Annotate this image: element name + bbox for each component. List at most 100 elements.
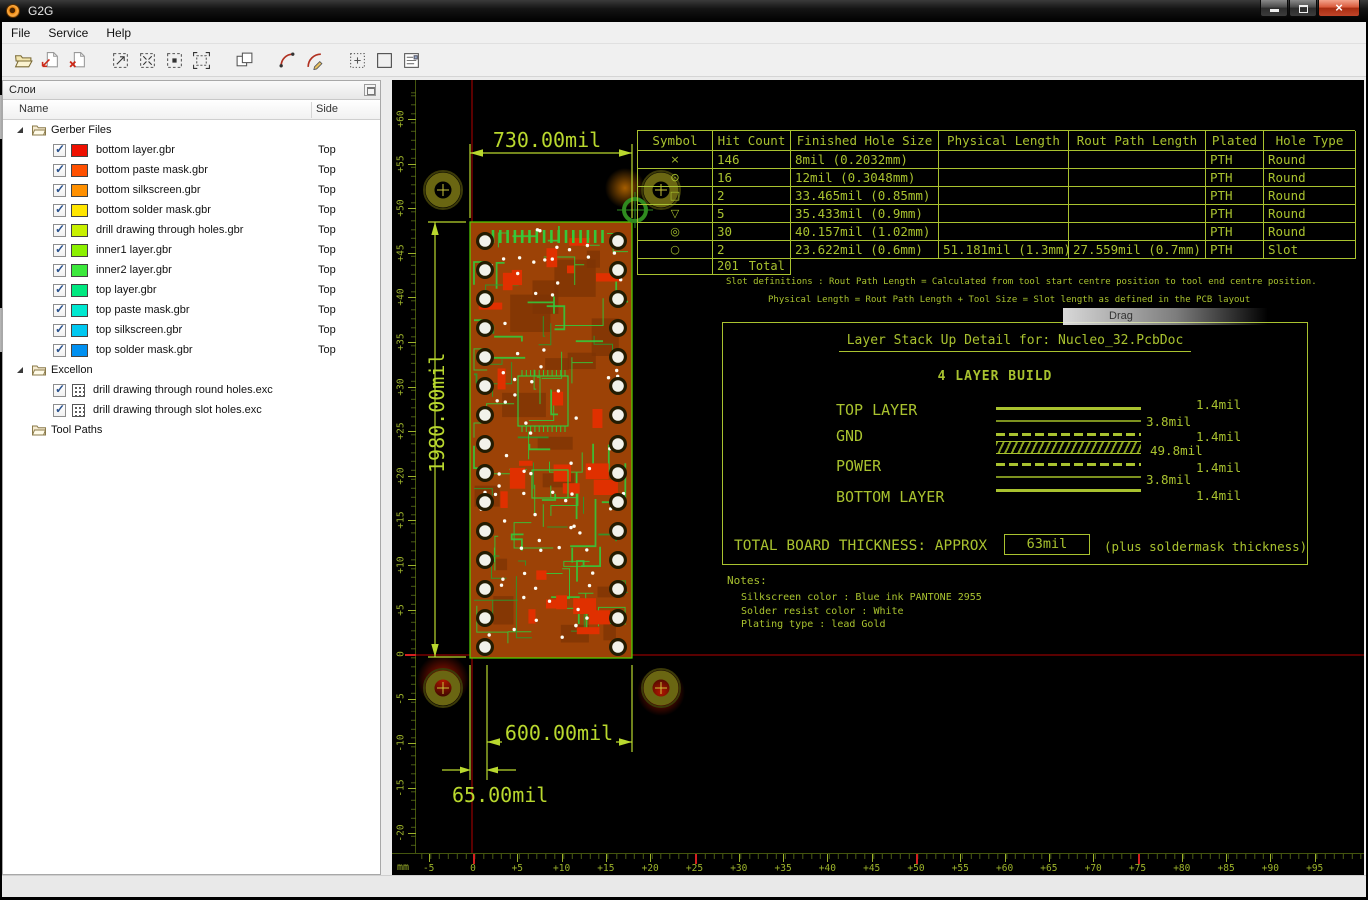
layer-name: top paste mask.gbr (96, 304, 190, 316)
drill-table-cell (1069, 151, 1206, 169)
tree-row-bottom-silkscreen-gbr[interactable]: bottom silkscreen.gbr Top (3, 180, 380, 200)
v-ruler-tick (408, 788, 416, 789)
cad-canvas[interactable]: 730.00mil 1980.00mil 600.00mil 65.00mil … (392, 80, 1364, 875)
zoom-extents-icon (192, 51, 211, 70)
layer-visibility-checkbox[interactable] (53, 262, 66, 277)
layer-name: inner1 layer.gbr (96, 244, 172, 256)
drill-table-cell: Round (1264, 205, 1356, 223)
drill-total-label: Total (748, 259, 785, 273)
h-ruler-label: +10 (553, 863, 571, 874)
zoom-fit-button[interactable] (134, 47, 161, 74)
tree-row-top-paste-mask-gbr[interactable]: top paste mask.gbr Top (3, 300, 380, 320)
layer-visibility-checkbox[interactable] (53, 222, 66, 237)
name-column-header[interactable]: Name (19, 103, 48, 115)
tree-row-top-solder-mask-gbr[interactable]: top solder mask.gbr Top (3, 340, 380, 360)
stackup-box: Layer Stack Up Detail for: Nucleo_32.Pcb… (722, 322, 1308, 565)
h-ruler-tick (1181, 854, 1183, 862)
layer-color-swatch[interactable] (71, 243, 88, 257)
layer-visibility-checkbox[interactable] (53, 162, 66, 177)
close-button[interactable]: × (1318, 0, 1360, 17)
layer-color-swatch[interactable] (71, 263, 88, 277)
layer-color-swatch[interactable] (71, 203, 88, 217)
zoom-selection-button[interactable] (161, 47, 188, 74)
arc-tool-button[interactable] (274, 47, 301, 74)
stackup-total-value: 63mil (1004, 534, 1090, 555)
layer-visibility-checkbox[interactable] (53, 142, 66, 157)
float-panel-button[interactable] (364, 84, 376, 96)
tile-view-button[interactable] (231, 47, 258, 74)
tree-row-drill-drawing-through-holes-gbr[interactable]: drill drawing through holes.gbr Top (3, 220, 380, 240)
tree-row-bottom-paste-mask-gbr[interactable]: bottom paste mask.gbr Top (3, 160, 380, 180)
layer-visibility-checkbox[interactable] (53, 282, 66, 297)
side-column-header[interactable]: Side (316, 103, 338, 115)
window-title: G2G (28, 4, 54, 18)
tree-row-inner1-layer-gbr[interactable]: inner1 layer.gbr Top (3, 240, 380, 260)
frame-toggle-button[interactable] (371, 47, 398, 74)
tree-row-bottom-layer-gbr[interactable]: bottom layer.gbr Top (3, 140, 380, 160)
maximize-button[interactable] (1289, 0, 1317, 17)
h-ruler-label: +40 (818, 863, 836, 874)
notes-lines: Silkscreen color : Blue ink PANTONE 2955… (741, 591, 982, 632)
h-ruler-label: 0 (470, 863, 476, 874)
tree-row-inner2-layer-gbr[interactable]: inner2 layer.gbr Top (3, 260, 380, 280)
layer-color-swatch[interactable] (71, 223, 88, 237)
drill-table-cell: ▽ (638, 205, 713, 223)
layer-name: bottom layer.gbr (96, 144, 175, 156)
layers-panel-header[interactable]: Слои (3, 81, 380, 100)
tree-row-drill-drawing-through-round-holes-exc[interactable]: drill drawing through round holes.exc (3, 380, 380, 400)
drill-table-cell: Slot (1264, 241, 1356, 259)
expand-icon[interactable] (17, 367, 23, 373)
v-ruler-label: +30 (395, 378, 407, 396)
tree-row-bottom-solder-mask-gbr[interactable]: bottom solder mask.gbr Top (3, 200, 380, 220)
menu-item-help[interactable]: Help (97, 22, 140, 44)
layer-color-swatch[interactable] (71, 323, 88, 337)
layer-name: bottom silkscreen.gbr (96, 184, 201, 196)
grid-toggle-button[interactable] (344, 47, 371, 74)
window-controls: × (1260, 0, 1360, 17)
arc-edit-button[interactable] (301, 47, 328, 74)
title-bar[interactable]: G2G × (0, 0, 1368, 22)
tree-group-gerber-files[interactable]: Gerber Files (3, 120, 380, 140)
v-ruler-tick (408, 208, 416, 210)
minimize-button[interactable] (1260, 0, 1288, 17)
dimension-bottom-width-label: 600.00mil (505, 721, 613, 745)
layer-color-swatch[interactable] (71, 183, 88, 197)
layer-color-swatch[interactable] (71, 163, 88, 177)
report-button[interactable] (398, 47, 425, 74)
menu-item-file[interactable]: File (2, 22, 39, 44)
pcb-board-render[interactable] (469, 221, 633, 659)
open-file-button[interactable] (10, 47, 37, 74)
stackup-layer-label: TOP LAYER (836, 401, 918, 419)
tree-group-excellon[interactable]: Excellon (3, 360, 380, 380)
close-gerber-button[interactable] (64, 47, 91, 74)
column-divider[interactable] (311, 102, 312, 118)
layer-color-swatch[interactable] (71, 303, 88, 317)
layer-visibility-checkbox[interactable] (53, 182, 66, 197)
folder-icon (32, 364, 46, 376)
layer-side: Top (318, 224, 336, 236)
layer-visibility-checkbox[interactable] (53, 322, 66, 337)
import-gerber-button[interactable] (37, 47, 64, 74)
layer-side: Top (318, 284, 336, 296)
layer-color-swatch[interactable] (71, 283, 88, 297)
layer-visibility-checkbox[interactable] (53, 202, 66, 217)
layer-color-swatch[interactable] (71, 143, 88, 157)
menu-item-service[interactable]: Service (39, 22, 97, 44)
tree-row-drill-drawing-through-slot-holes-exc[interactable]: drill drawing through slot holes.exc (3, 400, 380, 420)
layer-visibility-checkbox[interactable] (53, 382, 66, 397)
zoom-extents-button[interactable] (188, 47, 215, 74)
tree-group-tool-paths[interactable]: Tool Paths (3, 420, 380, 440)
layer-visibility-checkbox[interactable] (53, 342, 66, 357)
layer-visibility-checkbox[interactable] (53, 242, 66, 257)
layer-color-swatch[interactable] (71, 343, 88, 357)
layer-tree: Gerber Filesbottom layer.gbrTopbottom pa… (3, 120, 380, 874)
tree-row-top-layer-gbr[interactable]: top layer.gbr Top (3, 280, 380, 300)
layer-visibility-checkbox[interactable] (53, 402, 66, 417)
expand-icon[interactable] (17, 127, 23, 133)
tree-row-top-silkscreen-gbr[interactable]: top silkscreen.gbr Top (3, 320, 380, 340)
zoom-window-button[interactable] (107, 47, 134, 74)
v-ruler-minor-ticks (411, 92, 416, 853)
layer-visibility-checkbox[interactable] (53, 302, 66, 317)
v-ruler-label: 0 (395, 651, 407, 658)
v-ruler-label: +5 (395, 603, 407, 616)
